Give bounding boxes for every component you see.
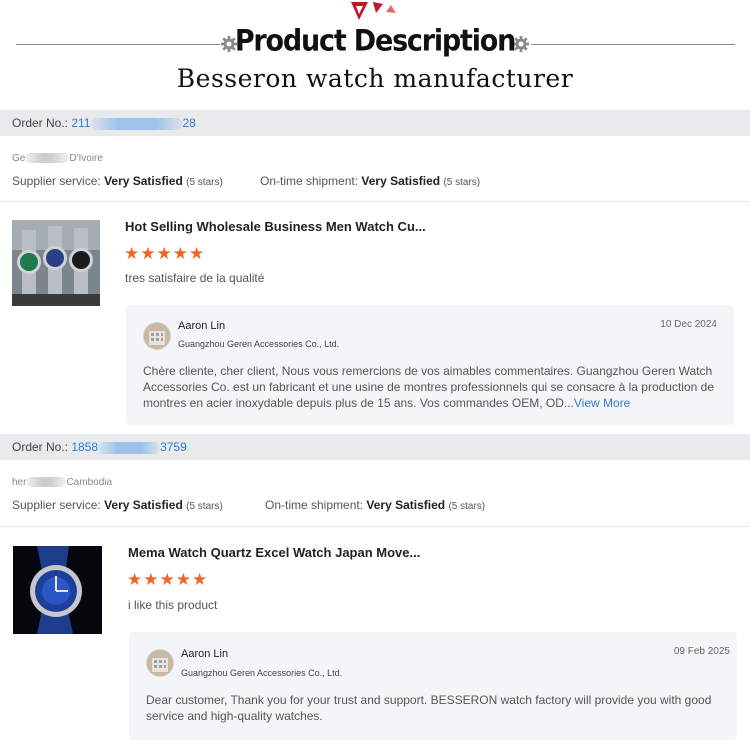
replier-company: Guangzhou Geren Accessories Co., Ltd. (178, 339, 340, 349)
replier-company: Guangzhou Geren Accessories Co., Ltd. (181, 668, 343, 678)
decorative-triangles-icon (351, 2, 396, 20)
shipment-ratings: On-time shipment: Very Satisfied (5 star… (265, 498, 485, 512)
building-icon (144, 323, 170, 349)
replier-name: Aaron Lin (181, 648, 229, 660)
shipment-stars: (5 stars) (448, 501, 486, 512)
buyer-country-name: D'Ivoire (69, 153, 103, 164)
buyer-name-prefix: her (12, 477, 27, 488)
buyer-name-prefix: Ge (12, 153, 26, 164)
avatar (146, 649, 174, 677)
order-number-suffix: 28 (182, 116, 196, 130)
redacted-mask (26, 477, 67, 488)
supplier-reply: Aaron Lin Guangzhou Geren Accessories Co… (126, 305, 734, 425)
review-comment: i like this product (128, 598, 218, 612)
rating-stars: ★★★★★ (127, 570, 209, 589)
shipment-label: On-time shipment: (265, 498, 364, 512)
avatar (143, 322, 171, 350)
divider (0, 526, 750, 527)
service-ratings: Supplier service: Very Satisfied (5 star… (12, 498, 223, 512)
product-thumbnail[interactable] (12, 220, 100, 306)
order-number-prefix: 1858 (71, 440, 99, 454)
buyer-country: Ge D'Ivoire (12, 153, 103, 164)
order-bar: Order No.: 1858 3759 (0, 434, 750, 460)
supplier-service-value: Very Satisfied (104, 498, 183, 512)
reply-text: Dear customer, Thank you for your trust … (146, 693, 712, 723)
supplier-service-label: Supplier service: (12, 498, 101, 512)
building-icon (147, 650, 173, 676)
order-number[interactable]: 1858 3759 (71, 440, 186, 454)
product-title-link[interactable]: Hot Selling Wholesale Business Men Watch… (125, 219, 426, 234)
shipment-value: Very Satisfied (366, 498, 446, 512)
supplier-service-stars: (5 stars) (186, 501, 223, 512)
redacted-mask (98, 441, 161, 454)
shipment-ratings: On-time shipment: Very Satisfied (5 star… (260, 174, 480, 188)
divider (0, 201, 750, 202)
replier-name: Aaron Lin (178, 320, 226, 332)
view-more-link[interactable]: View More (574, 396, 630, 410)
service-ratings: Supplier service: Very Satisfied (5 star… (12, 174, 223, 188)
page-subtitle: Besseron watch manufacturer (176, 64, 574, 93)
supplier-service-stars: (5 stars) (186, 177, 223, 188)
review-comment: tres satisfaire de la qualité (125, 271, 265, 285)
shipment-value: Very Satisfied (361, 174, 441, 188)
product-thumbnail[interactable] (13, 546, 102, 634)
watch-image-icon (12, 220, 100, 306)
order-bar: Order No.: 211 28 (0, 110, 750, 136)
redacted-mask (90, 117, 183, 130)
shipment-stars: (5 stars) (443, 177, 481, 188)
supplier-service-value: Very Satisfied (104, 174, 183, 188)
reply-date: 10 Dec 2024 (660, 319, 717, 330)
order-number-suffix: 3759 (160, 440, 187, 454)
reply-date: 09 Feb 2025 (673, 646, 730, 657)
buyer-country: her Cambodia (12, 477, 112, 488)
order-label: Order No.: (12, 116, 69, 130)
order-number[interactable]: 211 28 (71, 116, 196, 130)
page-title: Product Description (234, 24, 517, 59)
redacted-mask (25, 153, 70, 164)
shipment-label: On-time shipment: (260, 174, 359, 188)
order-label: Order No.: (12, 440, 69, 454)
order-number-prefix: 211 (71, 116, 91, 130)
reply-text: Chère cliente, cher client, Nous vous re… (143, 363, 723, 411)
rating-stars: ★★★★★ (124, 244, 206, 263)
supplier-service-label: Supplier service: (12, 174, 101, 188)
watch-image-icon (13, 546, 102, 634)
supplier-reply: Aaron Lin Guangzhou Geren Accessories Co… (129, 632, 737, 740)
product-title-link[interactable]: Mema Watch Quartz Excel Watch Japan Move… (128, 545, 420, 560)
buyer-country-name: Cambodia (66, 477, 113, 488)
